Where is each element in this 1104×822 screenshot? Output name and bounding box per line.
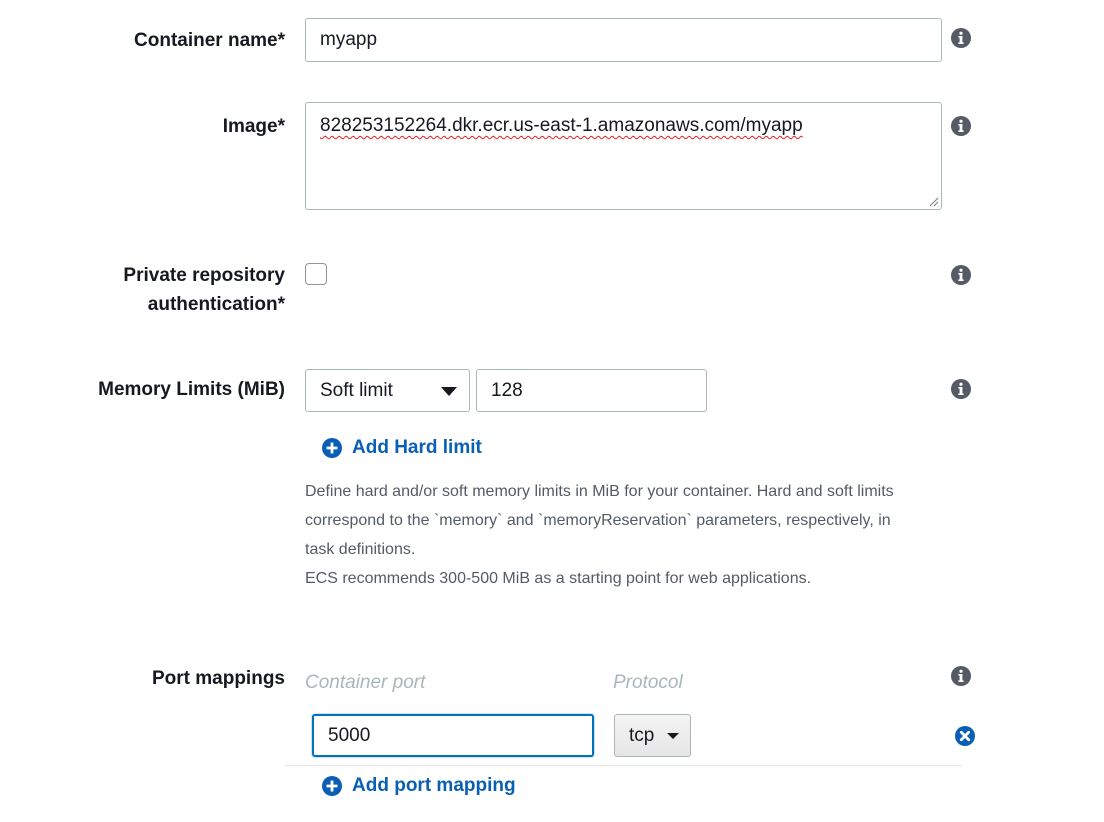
info-icon[interactable] — [951, 379, 971, 399]
image-label: Image* — [222, 116, 285, 137]
info-icon[interactable] — [951, 265, 971, 285]
close-circle-icon[interactable] — [955, 726, 975, 746]
caret-down-icon — [667, 733, 679, 739]
protocol-value: tcp — [629, 724, 655, 746]
container-port-value: 5000 — [328, 724, 371, 746]
private-repo-label-line2: authentication* — [147, 294, 285, 315]
memory-limit-input[interactable]: 128 — [476, 369, 707, 412]
add-port-mapping-label: Add port mapping — [352, 775, 516, 796]
protocol-select[interactable]: tcp — [614, 714, 691, 757]
memory-help-line: correspond to the `memory` and `memoryRe… — [305, 512, 891, 529]
info-icon[interactable] — [951, 28, 971, 48]
private-repo-checkbox[interactable] — [305, 263, 327, 285]
container-name-value: myapp — [320, 29, 378, 50]
add-port-mapping-link[interactable]: Add port mapping — [322, 775, 516, 797]
container-port-input[interactable]: 5000 — [312, 714, 594, 757]
container-port-column-header: Container port — [305, 672, 426, 693]
memory-limit-type-select[interactable]: Soft limit — [305, 369, 470, 412]
info-icon[interactable] — [951, 666, 971, 686]
caret-down-icon — [441, 387, 457, 396]
memory-help-line: Define hard and/or soft memory limits in… — [305, 483, 894, 500]
protocol-column-header: Protocol — [613, 672, 683, 693]
add-hard-limit-label: Add Hard limit — [352, 437, 482, 458]
container-name-input[interactable]: myapp — [305, 18, 942, 62]
port-row-divider — [285, 765, 962, 766]
port-mappings-label: Port mappings — [151, 668, 285, 689]
container-name-label: Container name* — [134, 30, 285, 51]
private-repo-label-line1: Private repository — [123, 265, 285, 286]
memory-help-line: ECS recommends 300-500 MiB as a starting… — [305, 570, 812, 587]
memory-limits-label: Memory Limits (MiB) — [98, 379, 285, 400]
resize-grip-icon[interactable] — [929, 197, 939, 207]
add-hard-limit-link[interactable]: Add Hard limit — [322, 437, 482, 459]
image-value: 828253152264.dkr.ecr.us-east-1.amazonaws… — [320, 115, 803, 136]
image-textarea[interactable]: 828253152264.dkr.ecr.us-east-1.amazonaws… — [305, 102, 942, 210]
memory-help-text: Define hard and/or soft memory limits in… — [305, 477, 945, 593]
memory-limit-type-value: Soft limit — [320, 379, 393, 401]
plus-circle-icon — [322, 438, 342, 458]
plus-circle-icon — [322, 776, 342, 796]
memory-help-line: task definitions. — [305, 541, 416, 558]
memory-limit-value: 128 — [491, 379, 523, 401]
info-icon[interactable] — [951, 116, 971, 136]
